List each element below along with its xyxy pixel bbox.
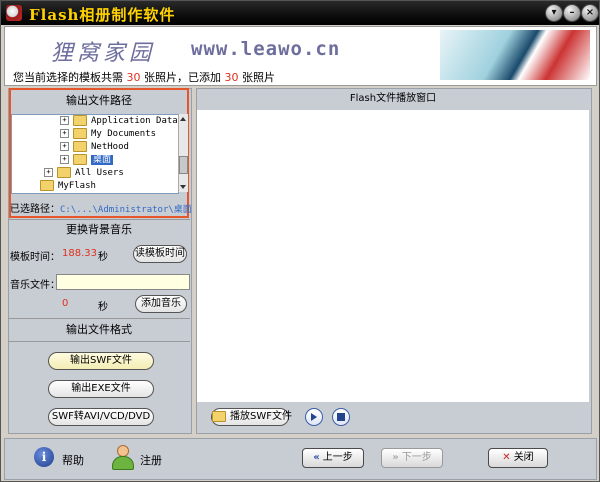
scroll-up-icon[interactable] xyxy=(180,117,186,121)
window-title: Flash相册制作软件 xyxy=(29,6,176,24)
next-step-button[interactable]: » 下一步 xyxy=(381,448,443,468)
chevron-right-icon: » xyxy=(392,452,399,463)
close-button[interactable]: ✕ 关闭 xyxy=(488,448,548,468)
title-bar[interactable]: Flash相册制作软件 ▾ – × xyxy=(1,1,599,25)
tree-item[interactable]: + All Users xyxy=(44,167,124,180)
swf-to-video-button[interactable]: SWF转AVI/VCD/DVD xyxy=(48,408,154,426)
folder-icon xyxy=(73,154,87,165)
help-label[interactable]: 帮助 xyxy=(62,452,84,468)
output-swf-button[interactable]: 输出SWF文件 xyxy=(48,352,154,370)
folder-icon xyxy=(73,141,87,152)
close-window-icon[interactable]: × xyxy=(582,5,598,21)
header-banner: 狸窝家园 www.leawo.cn 您当前选择的模板共需 30 张照片，已添加 … xyxy=(4,26,597,86)
folder-tree[interactable]: + Application Data + My Documents + NetHood… xyxy=(11,114,179,194)
selected-path: 已选路径：C:\...\Administrator\桌面 xyxy=(10,204,192,215)
tree-item[interactable]: + My Documents xyxy=(60,128,156,141)
folder-icon xyxy=(73,115,87,126)
tree-item[interactable]: MyFlash xyxy=(40,180,96,193)
required-count: 30 xyxy=(126,71,141,84)
expand-icon[interactable]: + xyxy=(60,129,69,138)
output-format-title: 输出文件格式 xyxy=(66,323,132,336)
folder-icon xyxy=(73,128,87,139)
stop-icon[interactable] xyxy=(332,408,350,426)
menu-icon[interactable]: ▾ xyxy=(546,5,562,21)
register-user-icon[interactable] xyxy=(110,444,134,470)
help-icon[interactable]: i xyxy=(34,447,54,467)
expand-icon[interactable]: + xyxy=(44,168,53,177)
scroll-thumb[interactable] xyxy=(179,156,188,174)
banner-image xyxy=(440,30,590,80)
template-time-label: 模板时间： xyxy=(10,252,60,263)
minimize-icon[interactable]: – xyxy=(564,5,580,21)
expand-icon[interactable]: + xyxy=(60,116,69,125)
tree-item[interactable]: + Application Data xyxy=(60,115,178,128)
output-path-title: 输出文件路径 xyxy=(66,94,132,107)
close-icon: ✕ xyxy=(502,452,511,463)
output-exe-button[interactable]: 输出EXE文件 xyxy=(48,380,154,398)
tree-item[interactable]: + NetHood xyxy=(60,141,129,154)
app-icon xyxy=(6,5,22,21)
added-count: 30 xyxy=(224,71,239,84)
flash-panel-title: Flash文件播放窗口 xyxy=(349,93,437,104)
music-duration-unit: 秒 xyxy=(98,302,108,313)
divider xyxy=(8,341,190,342)
chevron-left-icon: « xyxy=(313,452,320,463)
music-file-label: 音乐文件： xyxy=(10,280,60,291)
expand-icon[interactable]: + xyxy=(60,155,69,164)
divider xyxy=(8,219,190,220)
open-folder-icon xyxy=(212,410,226,422)
logo-url: www.leawo.cn xyxy=(191,38,341,60)
flash-player-area[interactable] xyxy=(197,110,589,402)
music-file-input[interactable] xyxy=(56,274,190,290)
template-time-unit: 秒 xyxy=(98,252,108,263)
register-label[interactable]: 注册 xyxy=(140,452,162,468)
folder-icon xyxy=(40,180,54,191)
play-swf-button[interactable]: 播放SWF文件 xyxy=(211,408,292,426)
prev-step-button[interactable]: «上一步 xyxy=(302,448,364,468)
music-duration-value: 0 xyxy=(62,298,69,309)
play-icon[interactable] xyxy=(305,408,323,426)
divider xyxy=(8,318,190,319)
folder-icon xyxy=(57,167,71,178)
expand-icon[interactable]: + xyxy=(60,142,69,151)
template-time-value: 188.33 xyxy=(62,248,97,259)
logo-text: 狸窝家园 xyxy=(51,41,156,66)
tree-scrollbar[interactable] xyxy=(178,114,188,192)
selected-path-value: C:\...\Administrator\桌面 xyxy=(60,205,192,215)
add-music-button[interactable]: 添加音乐 xyxy=(135,295,187,313)
read-template-time-button[interactable]: 读模板时间 xyxy=(133,245,187,263)
music-title: 更换背景音乐 xyxy=(66,223,132,236)
photo-status: 您当前选择的模板共需 30 张照片，已添加 30 张照片 xyxy=(13,71,275,84)
scroll-down-icon[interactable] xyxy=(180,185,186,189)
tree-item-selected[interactable]: + 桌面 xyxy=(60,154,114,167)
